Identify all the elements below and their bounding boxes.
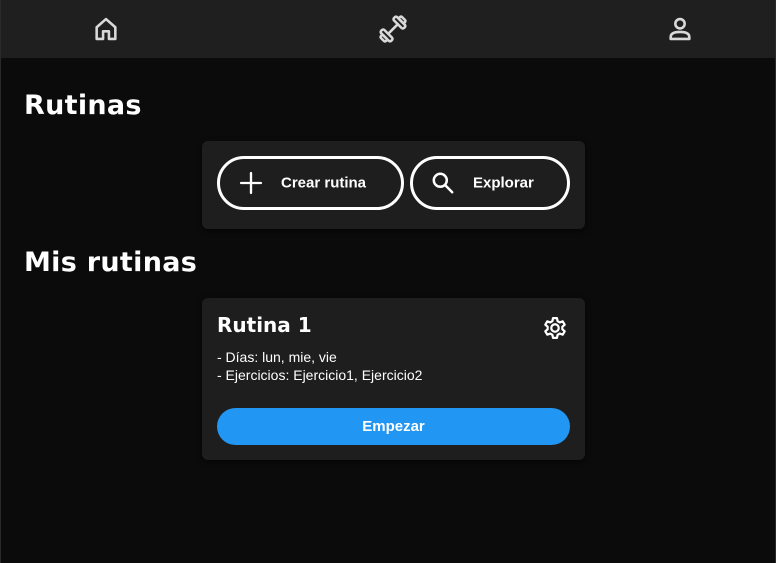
app-frame: Rutinas Crear rutina Explorar Mis rutina… (0, 0, 776, 563)
gear-icon (544, 316, 566, 340)
routine-days: - Días: lun, mie, vie (217, 349, 337, 365)
routine-actions-panel: Crear rutina Explorar (202, 141, 585, 229)
top-navbar (1, 0, 775, 58)
routine-settings-button[interactable] (541, 314, 569, 342)
dumbbell-icon (379, 15, 407, 43)
nav-profile-button[interactable] (663, 12, 697, 46)
create-routine-label: Crear rutina (281, 174, 367, 192)
nav-home-button[interactable] (89, 12, 123, 46)
routine-card: Rutina 1 - Días: lun, mie, vie - Ejercic… (202, 298, 585, 460)
create-routine-button[interactable]: Crear rutina (217, 156, 404, 210)
routine-name: Rutina 1 (217, 313, 312, 337)
user-icon (669, 17, 691, 41)
routine-exercises: - Ejercicios: Ejercicio1, Ejercicio2 (217, 367, 423, 383)
start-routine-button[interactable]: Empezar (217, 408, 570, 445)
my-routines-section-title: Mis rutinas (24, 247, 198, 278)
plus-icon (237, 169, 265, 197)
routines-section-title: Rutinas (24, 90, 142, 121)
search-icon (430, 170, 456, 196)
nav-workout-button[interactable] (376, 12, 410, 46)
explore-button[interactable]: Explorar (410, 156, 570, 210)
explore-label: Explorar (473, 174, 534, 192)
home-icon (95, 17, 117, 41)
